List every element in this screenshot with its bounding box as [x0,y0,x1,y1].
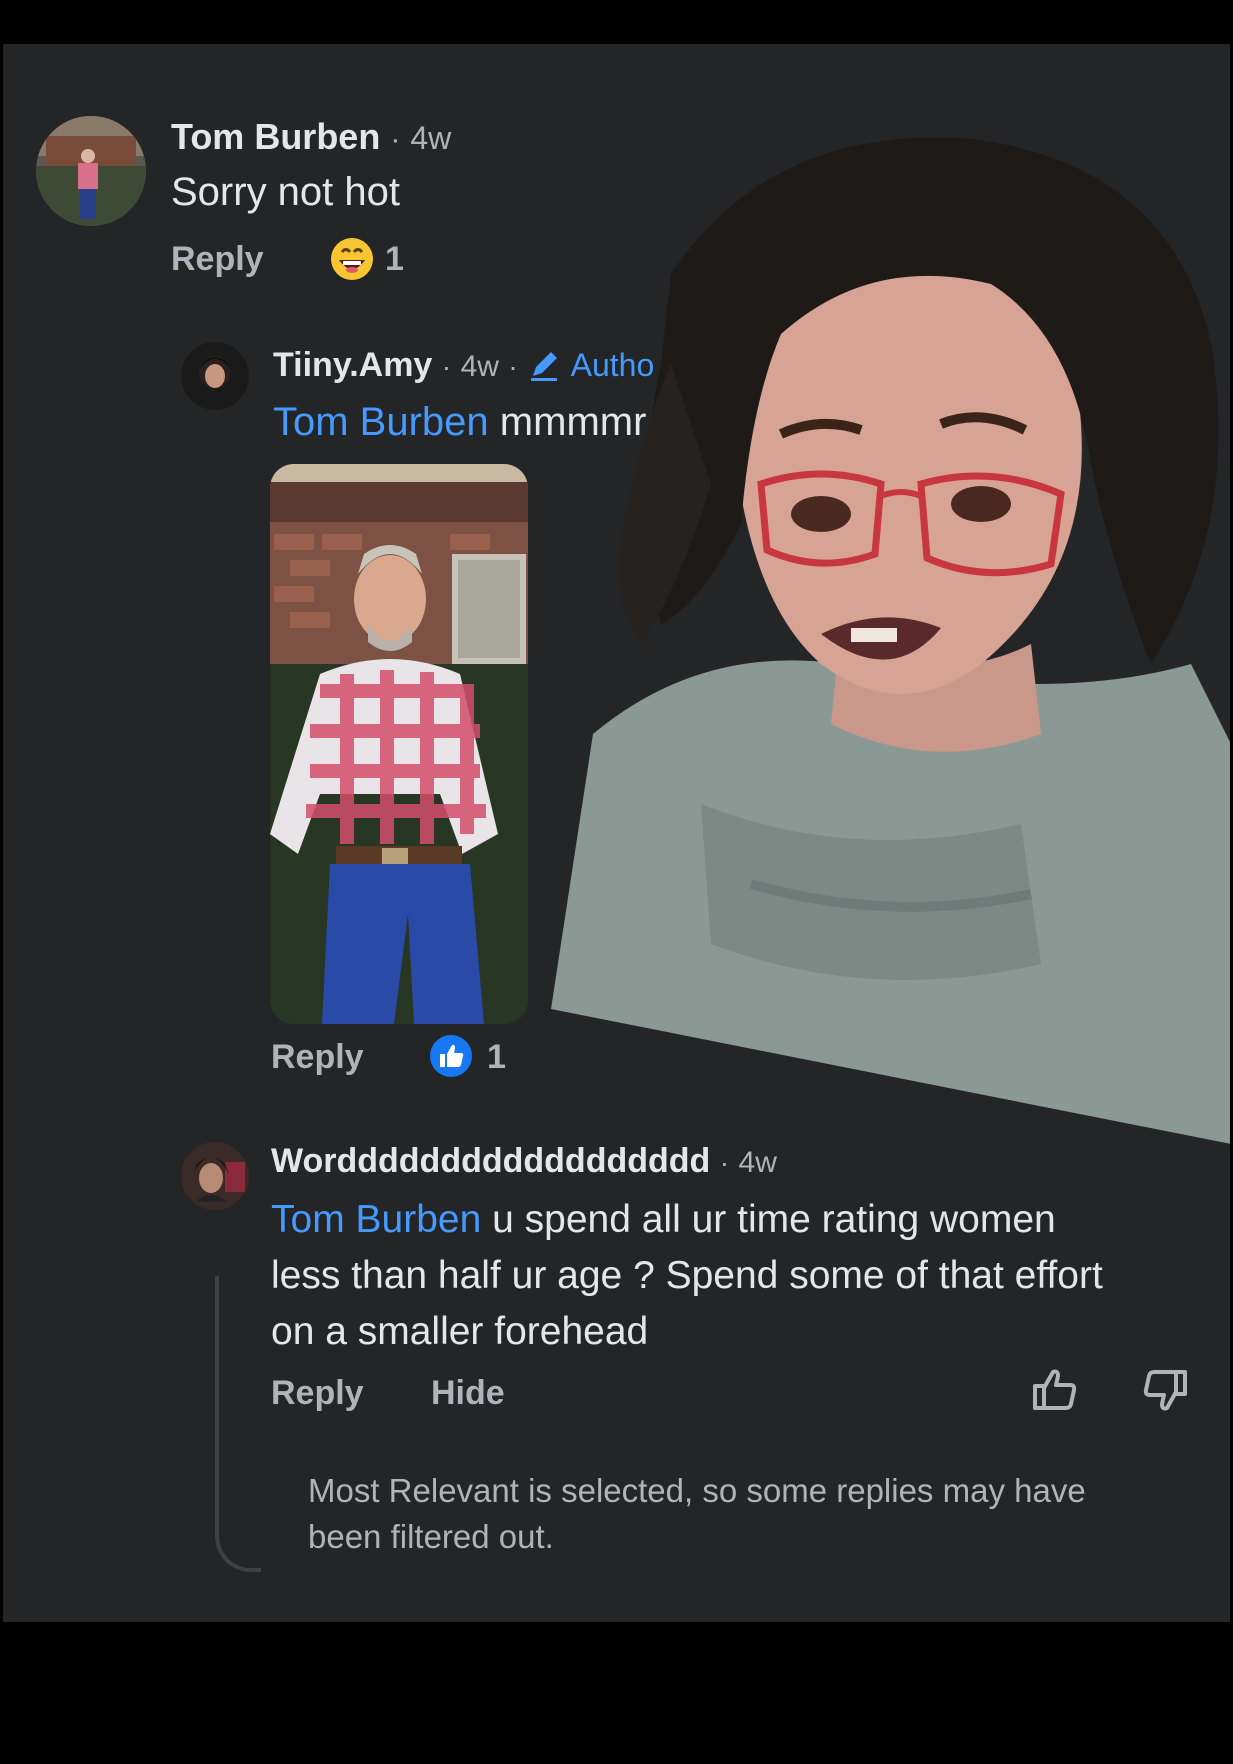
filter-notice-line: been filtered out. [308,1518,554,1555]
thumbs-up-outline-icon[interactable] [1031,1366,1079,1414]
hide-button[interactable]: Hide [431,1374,505,1413]
timestamp[interactable]: 4w [461,350,499,383]
reaction-count: 1 [385,240,404,278]
mention-link[interactable]: Tom Burben [271,1198,481,1241]
comment-header: Tom Burben · 4w [171,116,451,158]
creator-overlay-photo [551,104,1230,1144]
like-icon[interactable] [429,1034,473,1078]
author-name[interactable]: Tiiny.Amy [273,346,432,384]
comment-line: on a smaller forehead [271,1310,649,1353]
comment-text: Sorry not hot [171,170,401,214]
comments-panel: Tom Burben · 4w Sorry not hot Reply 1 Ti… [3,44,1230,1622]
separator: · [441,351,452,382]
separator: · [508,351,518,382]
filter-notice-line: Most Relevant is selected, so some repli… [308,1472,1086,1509]
avatar-tom-burben[interactable] [36,116,146,226]
timestamp[interactable]: 4w [739,1146,777,1179]
comment-line: Tom Burben u spend all ur time rating wo… [271,1192,1103,1248]
reply-button[interactable]: Reply [271,1374,364,1413]
filter-notice: Most Relevant is selected, so some repli… [308,1468,1086,1560]
comment-header: Wordddddddddddddddddd · 4w [271,1142,777,1181]
thread-connector [215,1276,261,1572]
thumbs-down-outline-icon[interactable] [1141,1366,1189,1414]
attached-photo[interactable] [270,464,528,1024]
comment-body: u spend all ur time rating women [492,1198,1056,1241]
timestamp[interactable]: 4w [410,120,451,156]
mention-link[interactable]: Tom Burben [273,400,489,444]
separator: · [719,1147,730,1178]
reply-button[interactable]: Reply [271,1038,364,1077]
author-name[interactable]: Wordddddddddddddddddd [271,1142,710,1180]
grinning-emoji-icon[interactable] [329,236,375,282]
comment-line: less than half ur age ? Spend some of th… [271,1254,1103,1297]
separator: · [390,123,401,156]
avatar-tiiny-amy[interactable] [181,342,249,410]
reaction-count: 1 [487,1038,506,1076]
avatar-worddd[interactable] [181,1142,249,1210]
author-name[interactable]: Tom Burben [171,116,380,157]
comment-text: Tom Burben u spend all ur time rating wo… [271,1192,1103,1360]
reply-button[interactable]: Reply [171,240,264,279]
